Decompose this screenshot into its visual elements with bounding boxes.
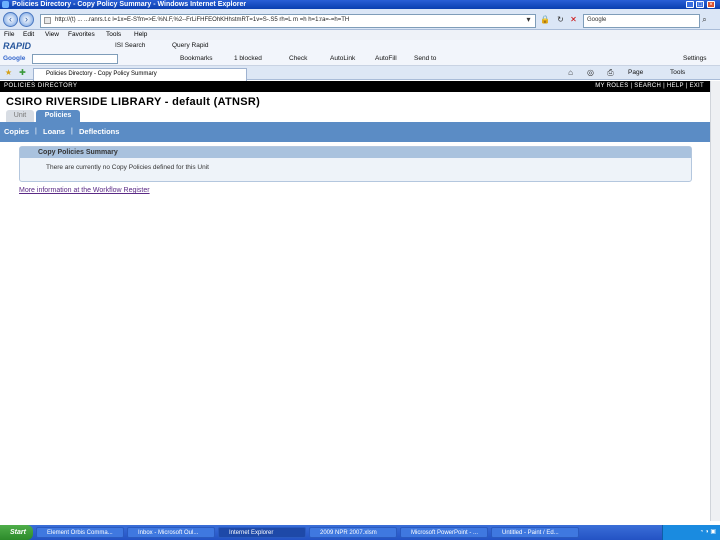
send-to-button[interactable]: Send to xyxy=(414,52,436,65)
tab-unit[interactable]: Unit xyxy=(6,110,34,122)
panel-title: Copy Policies Summary xyxy=(20,147,691,158)
menu-favorites[interactable]: Favorites xyxy=(68,30,95,40)
print-icon[interactable]: ⎙ xyxy=(606,68,615,77)
refresh-icon[interactable]: ↻ xyxy=(556,15,565,24)
dropdown-icon[interactable]: ▾ xyxy=(524,15,533,24)
bookmarks-button[interactable]: Bookmarks xyxy=(180,52,213,65)
menu-bar: File Edit View Favorites Tools Help xyxy=(0,30,720,40)
site-brand: POLICIES DIRECTORY xyxy=(4,83,78,89)
subnav-separator: | xyxy=(71,128,73,135)
address-field[interactable]: http://(t) ... ...ranrs.t.c l=1x=E-S'fm=… xyxy=(40,14,536,28)
subnav-deflections[interactable]: Deflections xyxy=(79,122,119,142)
home-icon[interactable]: ⌂ xyxy=(566,68,575,77)
windows-taskbar: Start Element Orbis Comma... Inbox - Mic… xyxy=(0,525,720,540)
minimize-button[interactable]: _ xyxy=(686,1,694,8)
copy-policies-summary-panel: Copy Policies Summary There are currentl… xyxy=(19,146,692,182)
taskbar-item[interactable]: Inbox - Microsoft Oul... xyxy=(127,527,215,538)
tab-current-page[interactable]: Policies Directory - Copy Policy Summary xyxy=(33,68,247,81)
taskbar-item[interactable]: 2009 NPR 2007.xlsm xyxy=(309,527,397,538)
close-button[interactable]: × xyxy=(707,1,715,8)
menu-help[interactable]: Help xyxy=(134,30,147,40)
menu-tools[interactable]: Tools xyxy=(106,30,121,40)
address-text: http://(t) ... ...ranrs.t.c l=1x=E-S'fm=… xyxy=(55,17,350,23)
page-scrollbar[interactable] xyxy=(710,81,720,521)
policies-subnav: Copies | Loans | Deflections xyxy=(0,122,710,142)
more-info-link[interactable]: More information at the Workflow Registe… xyxy=(19,187,150,194)
settings-button[interactable]: Settings xyxy=(683,52,707,65)
lock-icon[interactable]: 🔒 xyxy=(540,15,550,24)
subnav-loans[interactable]: Loans xyxy=(43,122,65,142)
taskbar-item[interactable]: Untitled - Paint / Ed... xyxy=(491,527,579,538)
spellcheck-button[interactable]: Check xyxy=(289,52,307,65)
menu-file[interactable]: File xyxy=(4,30,14,40)
query-rapid-button[interactable]: Query Rapid xyxy=(172,40,209,52)
autolink-button[interactable]: AutoLink xyxy=(330,52,355,65)
popup-blocked-button[interactable]: 1 blocked xyxy=(234,52,262,65)
search-icon[interactable]: ⌕ xyxy=(700,15,709,24)
page-title: CSIRO RIVERSIDE LIBRARY - default (ATNSR… xyxy=(6,96,261,108)
address-bar-row: ‹ › http://(t) ... ...ranrs.t.c l=1x=E-S… xyxy=(0,9,720,30)
subnav-separator: | xyxy=(35,128,37,135)
autofill-button[interactable]: AutoFill xyxy=(375,52,397,65)
back-button[interactable]: ‹ xyxy=(3,12,18,27)
ie-icon xyxy=(2,1,9,8)
maximize-button[interactable]: □ xyxy=(696,1,704,8)
taskbar-item[interactable]: Microsoft PowerPoint - ... xyxy=(400,527,488,538)
search-input[interactable]: Google xyxy=(583,14,700,28)
site-topbar: POLICIES DIRECTORY MY ROLES | SEARCH | H… xyxy=(0,81,710,92)
page-icon xyxy=(44,17,51,24)
google-search-input[interactable] xyxy=(32,54,118,64)
rapid-logo: RAPID xyxy=(3,41,32,51)
menu-view[interactable]: View xyxy=(45,30,59,40)
system-tray[interactable]: ◔ ◑ ▣ xyxy=(662,525,720,540)
tab-title: Policies Directory - Copy Policy Summary xyxy=(46,71,157,77)
window-titlebar[interactable]: Policies Directory - Copy Policy Summary… xyxy=(0,0,720,9)
taskbar-item[interactable]: Element Orbis Comma... xyxy=(36,527,124,538)
rapid-search-button[interactable]: ISI Search xyxy=(115,40,145,52)
rapid-toolbar: RAPID ISI Search Query Rapid xyxy=(0,40,720,52)
tab-row: ★ ✚ Policies Directory - Copy Policy Sum… xyxy=(0,66,720,81)
google-logo: Google xyxy=(3,55,26,62)
stop-icon[interactable]: ✕ xyxy=(569,15,578,24)
start-button[interactable]: Start xyxy=(0,525,33,540)
panel-message: There are currently no Copy Policies def… xyxy=(46,164,209,171)
taskbar-item-active[interactable]: Internet Explorer xyxy=(218,527,306,538)
add-favorite-icon[interactable]: ✚ xyxy=(18,68,27,77)
subnav-copies[interactable]: Copies xyxy=(4,122,29,142)
window-title: Policies Directory - Copy Policy Summary… xyxy=(12,1,247,8)
page-menu[interactable]: Page xyxy=(628,66,643,79)
favorites-star-icon[interactable]: ★ xyxy=(4,68,13,77)
feeds-icon[interactable]: ◎ xyxy=(586,68,595,77)
tools-menu[interactable]: Tools xyxy=(670,66,685,79)
tab-policies[interactable]: Policies xyxy=(36,110,80,122)
site-topbar-links[interactable]: MY ROLES | SEARCH | HELP | EXIT xyxy=(595,81,704,92)
google-toolbar: Google Bookmarks 1 blocked Check AutoLin… xyxy=(0,52,720,66)
menu-edit[interactable]: Edit xyxy=(23,30,34,40)
forward-button[interactable]: › xyxy=(19,12,34,27)
